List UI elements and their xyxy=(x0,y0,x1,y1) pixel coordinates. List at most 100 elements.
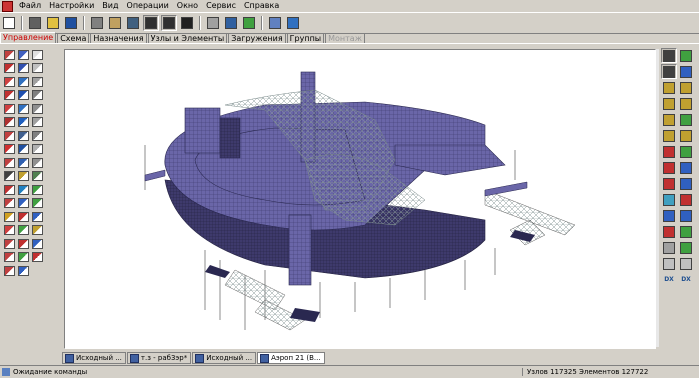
left-tool-button[interactable] xyxy=(30,75,44,88)
dx-button[interactable]: DX xyxy=(661,272,677,287)
left-tool-button[interactable] xyxy=(30,251,44,264)
print-button[interactable] xyxy=(27,15,43,31)
filter-button[interactable] xyxy=(125,15,141,31)
left-tool-button[interactable] xyxy=(30,170,44,183)
left-tool-button[interactable] xyxy=(30,143,44,156)
square-button[interactable] xyxy=(678,240,694,255)
menu-window[interactable]: Окно xyxy=(173,0,202,12)
window-tab-4[interactable]: Аэроп 21 (В... xyxy=(257,352,325,364)
left-tool-button[interactable] xyxy=(2,224,16,237)
left-tool-button[interactable] xyxy=(2,237,16,250)
left-tool-button[interactable] xyxy=(2,210,16,223)
left-tool-button[interactable] xyxy=(16,264,30,277)
left-tool-button[interactable] xyxy=(16,116,30,129)
left-tool-button[interactable] xyxy=(16,129,30,142)
left-tool-button[interactable] xyxy=(16,237,30,250)
left-tool-button[interactable] xyxy=(2,75,16,88)
view-side-button[interactable] xyxy=(661,96,677,111)
cube-4-button[interactable] xyxy=(678,176,694,191)
open-folder-button[interactable] xyxy=(45,15,61,31)
zoom-fit-button[interactable] xyxy=(678,224,694,239)
tab-groups[interactable]: Группы xyxy=(286,33,325,43)
left-tool-button[interactable] xyxy=(30,237,44,250)
new-file-button[interactable] xyxy=(1,15,17,31)
pan-button[interactable] xyxy=(678,64,694,79)
zoom-in-button[interactable] xyxy=(661,224,677,239)
perspective-button[interactable] xyxy=(678,128,694,143)
view-top-button[interactable] xyxy=(678,80,694,95)
display-button[interactable] xyxy=(179,15,195,31)
tab-control[interactable]: Управление xyxy=(0,32,57,43)
left-tool-button[interactable] xyxy=(2,170,16,183)
left-tool-button[interactable] xyxy=(16,170,30,183)
left-tool-button[interactable] xyxy=(2,183,16,196)
left-tool-button[interactable] xyxy=(30,156,44,169)
cube-3-button[interactable] xyxy=(661,176,677,191)
left-tool-button[interactable] xyxy=(16,48,30,61)
left-tool-button[interactable] xyxy=(16,62,30,75)
table-button[interactable] xyxy=(89,15,105,31)
fragment-2-button[interactable] xyxy=(678,144,694,159)
cube-5-button[interactable] xyxy=(661,192,677,207)
left-tool-button[interactable] xyxy=(30,183,44,196)
window-tab-3[interactable]: Исходный ... xyxy=(192,352,257,364)
rotate-button[interactable] xyxy=(661,48,677,63)
calculator-button[interactable] xyxy=(223,15,239,31)
cube-2-button[interactable] xyxy=(678,160,694,175)
tab-loads[interactable]: Загружения xyxy=(228,33,286,43)
left-tool-button[interactable] xyxy=(16,89,30,102)
rotate-axis-button[interactable] xyxy=(678,48,694,63)
left-tool-button[interactable] xyxy=(30,48,44,61)
left-tool-button[interactable] xyxy=(16,75,30,88)
left-tool-button[interactable] xyxy=(16,210,30,223)
left-tool-button[interactable] xyxy=(30,210,44,223)
frame-2-button[interactable] xyxy=(678,256,694,271)
left-tool-button[interactable] xyxy=(16,156,30,169)
save-button[interactable] xyxy=(63,15,79,31)
clipboard-button[interactable] xyxy=(107,15,123,31)
projection-button[interactable] xyxy=(661,128,677,143)
fragment-button[interactable] xyxy=(661,144,677,159)
left-tool-button[interactable] xyxy=(16,183,30,196)
left-tool-button[interactable] xyxy=(2,264,16,277)
cube-button[interactable] xyxy=(661,160,677,175)
eye-button[interactable] xyxy=(661,64,677,79)
spring-button[interactable] xyxy=(205,15,221,31)
left-tool-button[interactable] xyxy=(30,129,44,142)
view-iso-button[interactable] xyxy=(678,96,694,111)
left-tool-button[interactable] xyxy=(16,143,30,156)
help-button[interactable] xyxy=(285,15,301,31)
tab-mounting[interactable]: Монтаж xyxy=(325,33,365,43)
left-tool-button[interactable] xyxy=(2,129,16,142)
left-tool-button[interactable] xyxy=(2,48,16,61)
results-button[interactable] xyxy=(241,15,257,31)
left-tool-button[interactable] xyxy=(2,102,16,115)
sphere-button[interactable] xyxy=(661,240,677,255)
menu-service[interactable]: Сервис xyxy=(202,0,240,12)
menu-file[interactable]: Файл xyxy=(15,0,45,12)
tab-assignments[interactable]: Назначения xyxy=(90,33,147,43)
zoom-button[interactable] xyxy=(661,208,677,223)
left-tool-button[interactable] xyxy=(2,62,16,75)
left-tool-button[interactable] xyxy=(2,116,16,129)
left-tool-button[interactable] xyxy=(30,102,44,115)
model-viewport[interactable] xyxy=(64,49,656,349)
window-tab-1[interactable]: Исходный ... xyxy=(62,352,126,364)
left-tool-button[interactable] xyxy=(2,89,16,102)
left-tool-button[interactable] xyxy=(30,62,44,75)
left-tool-button[interactable] xyxy=(30,224,44,237)
model-view-button[interactable] xyxy=(143,15,159,31)
view-xz-button[interactable] xyxy=(661,112,677,127)
tab-nodes-elements[interactable]: Узлы и Элементы xyxy=(147,33,228,43)
left-tool-button[interactable] xyxy=(16,102,30,115)
left-tool-button[interactable] xyxy=(2,156,16,169)
left-tool-button[interactable] xyxy=(16,197,30,210)
menu-help[interactable]: Справка xyxy=(240,0,283,12)
frame-button[interactable] xyxy=(661,256,677,271)
window-button[interactable] xyxy=(267,15,283,31)
window-tab-2[interactable]: т.з - раб3эр* xyxy=(126,352,192,364)
left-tool-button[interactable] xyxy=(16,224,30,237)
menu-settings[interactable]: Настройки xyxy=(45,0,98,12)
left-tool-button[interactable] xyxy=(30,89,44,102)
left-tool-button[interactable] xyxy=(30,197,44,210)
